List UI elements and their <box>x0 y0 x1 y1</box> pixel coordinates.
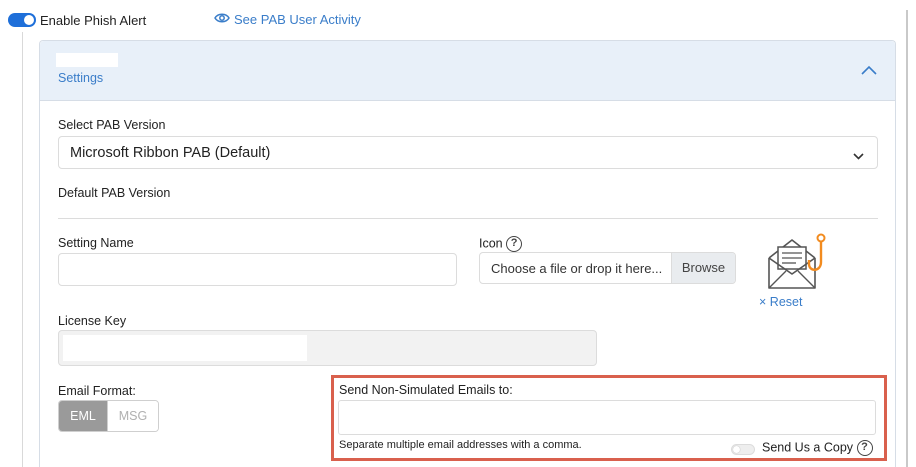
send-non-simulated-label: Send Non-Simulated Emails to: <box>339 383 513 397</box>
help-icon[interactable]: ? <box>856 440 873 456</box>
see-pab-user-activity-link[interactable]: See PAB User Activity <box>214 12 361 27</box>
eye-icon <box>214 12 230 27</box>
email-format-label: Email Format: <box>58 384 136 398</box>
send-us-a-copy-toggle[interactable] <box>731 444 755 455</box>
icon-field-label: Icon ? <box>479 236 523 252</box>
reset-label: Reset <box>769 295 803 309</box>
enable-phish-alert-toggle[interactable] <box>8 13 36 27</box>
license-key-label: License Key <box>58 314 127 328</box>
icon-file-input[interactable]: Choose a file or drop it here... Browse <box>479 252 736 284</box>
right-edge-shadow <box>906 10 908 467</box>
phish-alert-envelope-icon <box>765 230 829 292</box>
pab-version-selected-value: Microsoft Ribbon PAB (Default) <box>70 145 271 161</box>
non-simulated-emails-input[interactable] <box>338 400 876 435</box>
send-us-a-copy-label: Send Us a Copy ? <box>762 440 873 456</box>
file-input-placeholder: Choose a file or drop it here... <box>491 261 663 276</box>
email-format-toggle: EML MSG <box>58 400 159 432</box>
settings-panel-header[interactable]: Settings <box>40 41 895 101</box>
top-bar: Enable Phish Alert See PAB User Activity <box>8 10 888 32</box>
see-pab-user-activity-label: See PAB User Activity <box>234 12 361 27</box>
setting-name-label: Setting Name <box>58 236 134 250</box>
separate-emails-hint: Separate multiple email addresses with a… <box>339 439 582 451</box>
close-icon: × <box>759 295 767 309</box>
msg-option[interactable]: MSG <box>107 401 158 431</box>
header-redacted-area <box>56 53 118 67</box>
setting-name-input[interactable] <box>58 253 457 286</box>
chevron-up-icon[interactable] <box>860 63 878 77</box>
icon-label-text: Icon <box>479 236 503 251</box>
chevron-down-icon <box>853 148 864 160</box>
enable-phish-alert-label: Enable Phish Alert <box>40 13 147 28</box>
browse-button[interactable]: Browse <box>671 253 735 283</box>
license-key-field[interactable] <box>58 330 597 366</box>
pab-version-select[interactable]: Microsoft Ribbon PAB (Default) <box>58 136 878 169</box>
license-key-redacted <box>63 335 307 361</box>
default-pab-version-label: Default PAB Version <box>58 186 171 200</box>
reset-icon-link[interactable]: × Reset <box>759 295 802 309</box>
toggle-knob <box>24 15 34 25</box>
eml-option[interactable]: EML <box>59 401 107 431</box>
toggle-knob <box>733 446 740 453</box>
help-icon[interactable]: ? <box>506 236 523 252</box>
select-pab-version-label: Select PAB Version <box>58 118 166 132</box>
send-us-a-copy-text: Send Us a Copy <box>762 440 854 455</box>
left-divider <box>22 32 23 467</box>
section-divider <box>58 218 878 219</box>
settings-panel-title: Settings <box>58 71 104 85</box>
